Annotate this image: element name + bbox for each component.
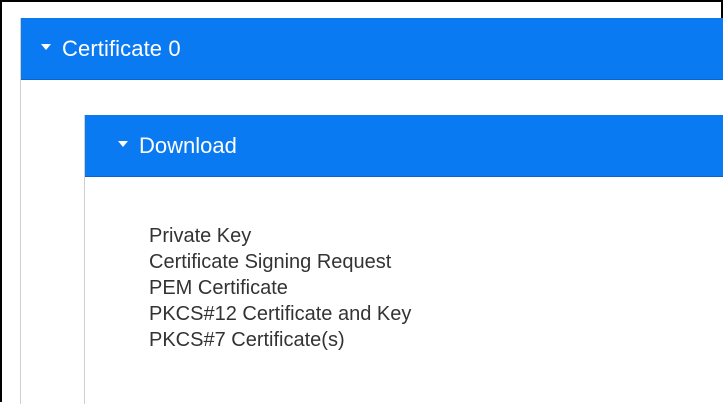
download-panel-title: Download <box>139 132 237 158</box>
download-pem-certificate-link[interactable]: PEM Certificate <box>149 275 411 301</box>
download-csr-link[interactable]: Certificate Signing Request <box>149 249 411 275</box>
screenshot-frame: Certificate 0 Download Private Key Certi… <box>0 0 723 404</box>
download-list: Private Key Certificate Signing Request … <box>149 223 411 353</box>
download-pkcs12-link[interactable]: PKCS#12 Certificate and Key <box>149 301 411 327</box>
caret-down-icon <box>41 43 51 50</box>
certificate-panel-header[interactable]: Certificate 0 <box>21 18 723 80</box>
download-panel: Download Private Key Certificate Signing… <box>84 115 723 404</box>
certificate-panel: Certificate 0 Download Private Key Certi… <box>20 18 723 404</box>
download-pkcs7-link[interactable]: PKCS#7 Certificate(s) <box>149 327 411 353</box>
download-panel-header[interactable]: Download <box>85 115 723 177</box>
certificate-panel-title: Certificate 0 <box>62 35 181 61</box>
caret-down-icon <box>118 140 128 147</box>
download-private-key-link[interactable]: Private Key <box>149 223 411 249</box>
